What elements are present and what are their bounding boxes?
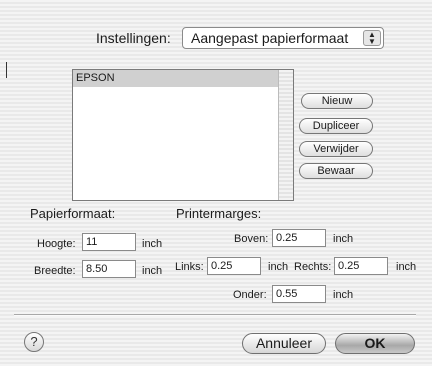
save-button[interactable]: Bewaar: [299, 163, 373, 179]
top-margin-label: Boven:: [234, 233, 269, 245]
left-margin-field[interactable]: [207, 257, 261, 275]
paper-size-heading: Papierformaat:: [30, 206, 116, 221]
list-scrollbar[interactable]: [278, 70, 293, 200]
bottom-margin-field[interactable]: [272, 285, 326, 303]
cancel-button[interactable]: Annuleer: [242, 333, 326, 354]
left-margin-label: Links:: [175, 261, 204, 273]
printer-margins-heading: Printermarges:: [176, 206, 262, 221]
width-unit: inch: [142, 265, 163, 277]
right-margin-field[interactable]: [334, 257, 388, 275]
settings-popup[interactable]: Aangepast papierformaat ▲ ▼: [182, 27, 384, 49]
duplicate-button[interactable]: Dupliceer: [299, 118, 373, 134]
paper-list[interactable]: EPSON: [72, 69, 294, 201]
right-margin-label: Rechts:: [294, 261, 332, 273]
height-label: Hoogte:: [37, 238, 76, 250]
settings-popup-value: Aangepast papierformaat: [191, 30, 349, 46]
top-margin-unit: inch: [333, 233, 354, 245]
window-edge-mark: [6, 62, 7, 78]
delete-button[interactable]: Verwijder: [299, 141, 373, 157]
list-item-label: EPSON: [76, 72, 115, 84]
left-margin-unit: inch: [268, 261, 289, 273]
new-button[interactable]: Nieuw: [301, 93, 373, 109]
footer-divider: [14, 314, 416, 316]
up-down-arrows-icon: ▲ ▼: [363, 30, 381, 46]
ok-button[interactable]: OK: [335, 333, 415, 354]
top-margin-field[interactable]: [272, 229, 326, 247]
height-field[interactable]: [82, 233, 136, 251]
question-mark-icon[interactable]: ?: [24, 332, 44, 352]
list-item[interactable]: EPSON: [73, 70, 279, 87]
width-label: Breedte:: [34, 265, 76, 277]
height-unit: inch: [142, 238, 163, 250]
bottom-margin-unit: inch: [333, 289, 354, 301]
settings-label: Instellingen:: [96, 30, 171, 46]
right-margin-unit: inch: [396, 261, 417, 273]
bottom-margin-label: Onder:: [233, 289, 267, 301]
width-field[interactable]: [82, 260, 136, 278]
